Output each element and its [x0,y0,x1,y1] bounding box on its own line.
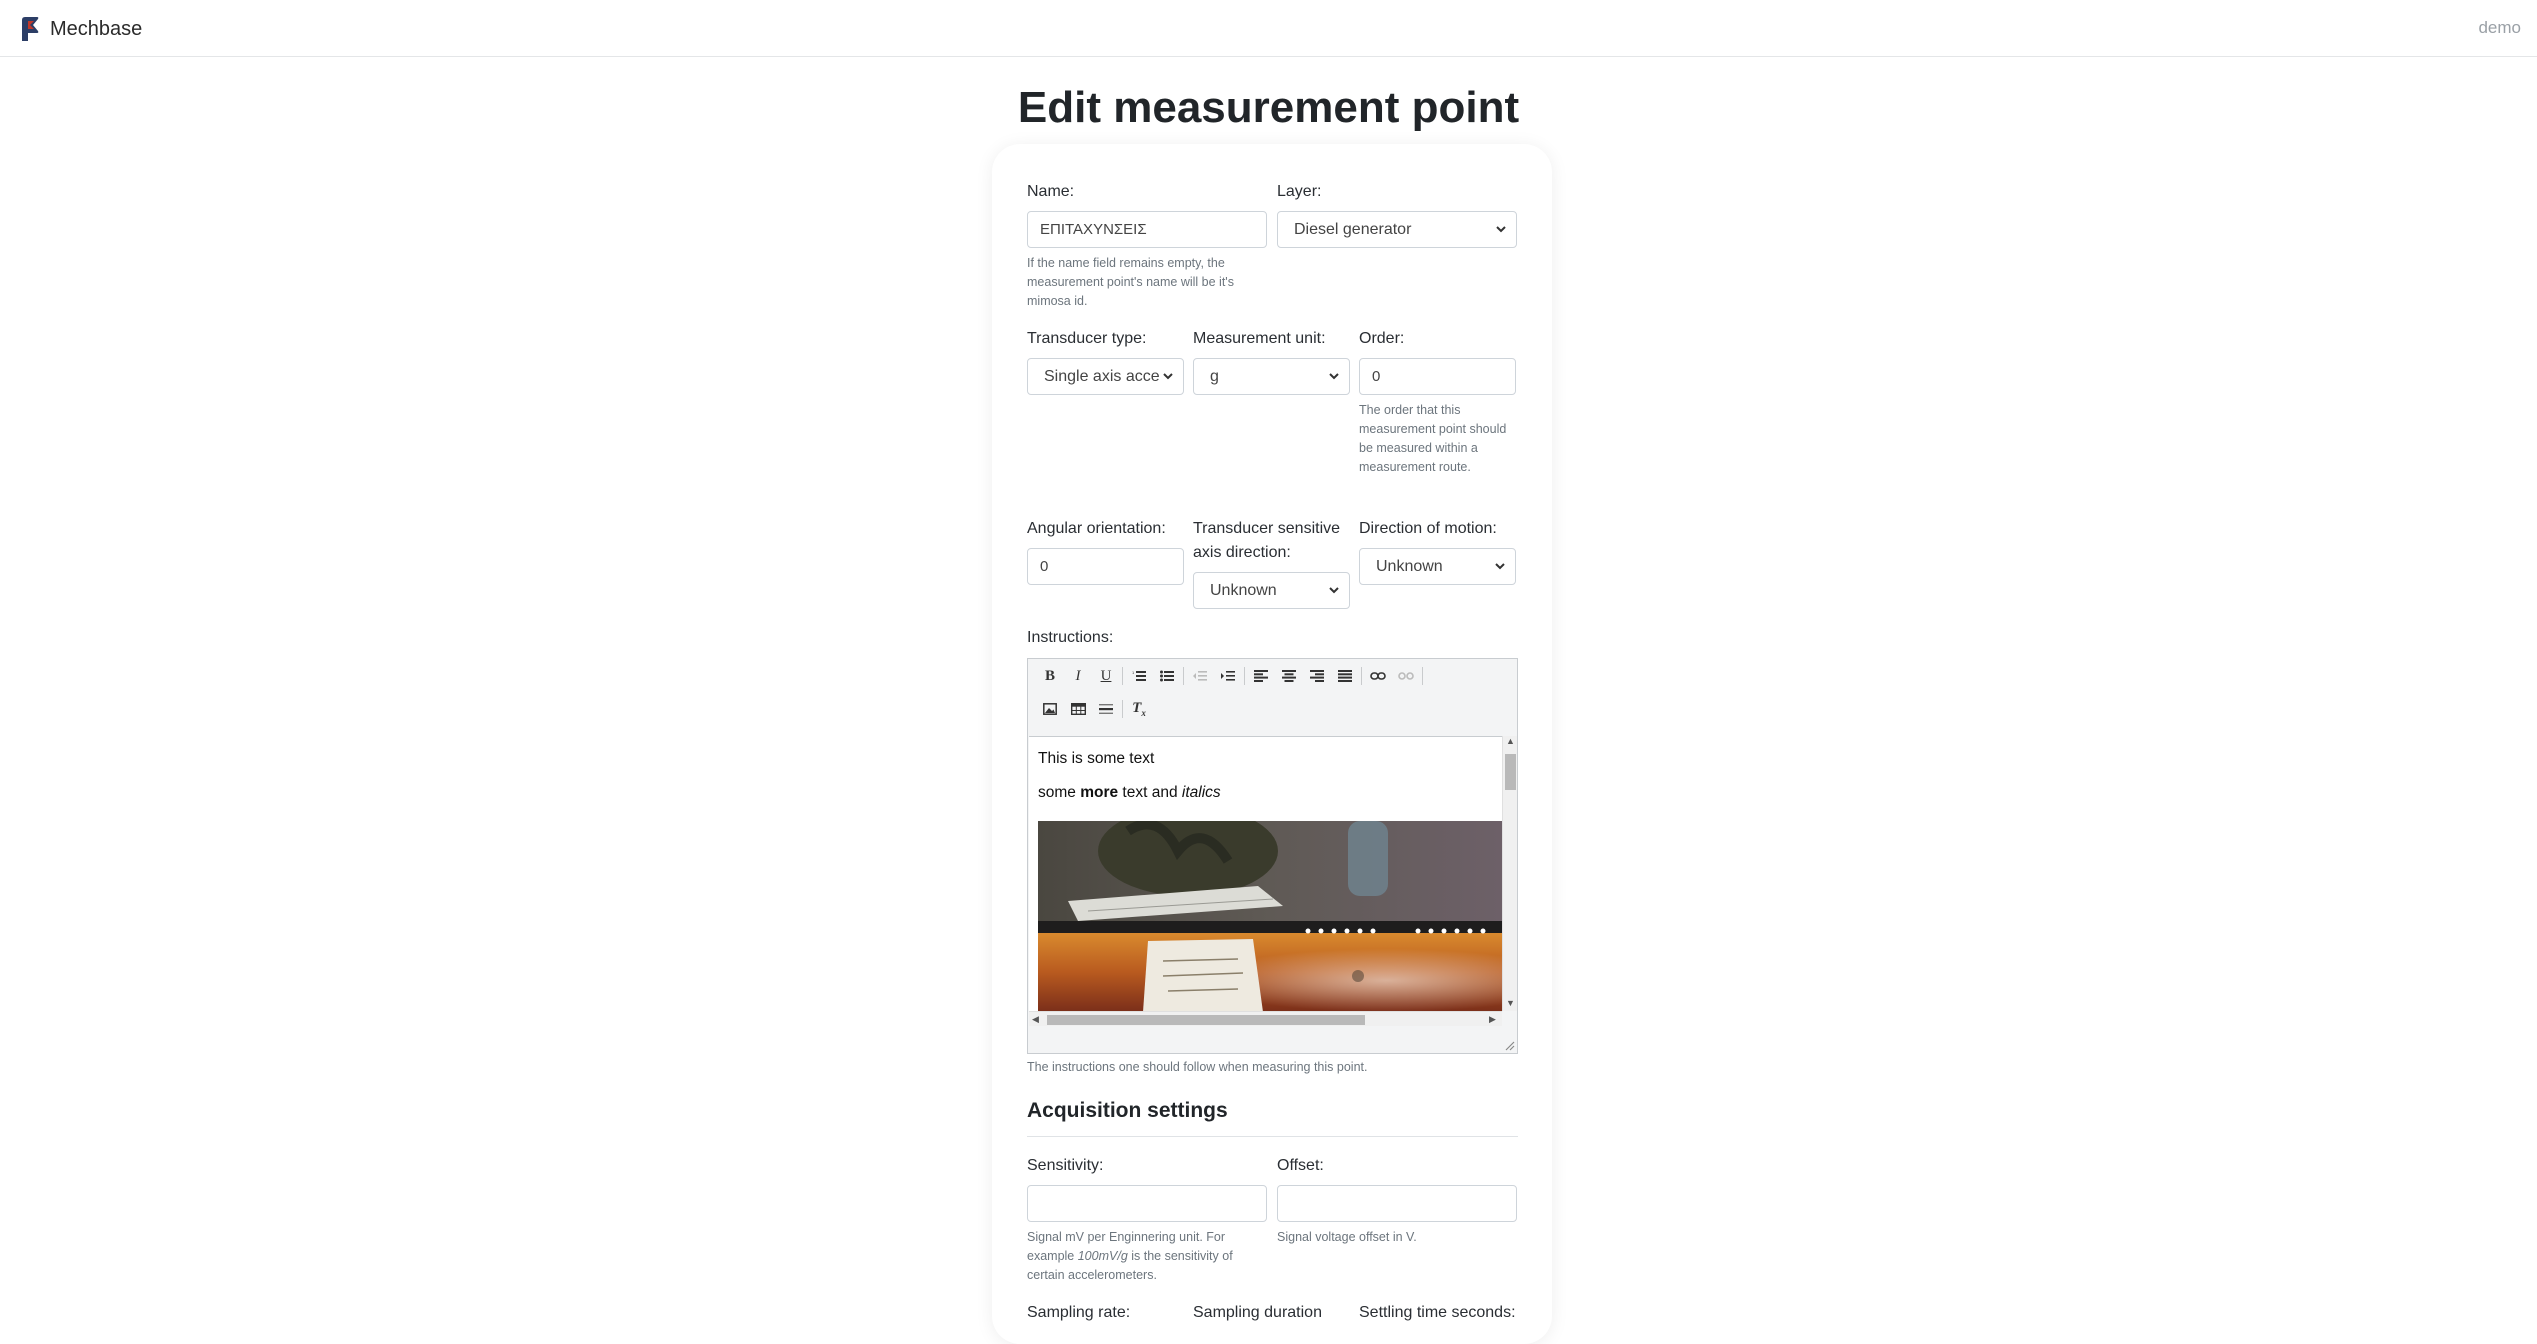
align-left-icon[interactable] [1247,663,1275,689]
name-label: Name: [1027,183,1075,200]
name-input[interactable]: ΕΠΙΤΑΧΥΝΣΕΙΣ [1027,211,1267,248]
editor-line-1: This is some text [1038,750,1155,767]
chevron-down-icon [1329,587,1339,594]
table-icon[interactable] [1064,696,1092,722]
sensitive-axis-select[interactable]: Unknown [1193,572,1350,609]
scroll-right-icon[interactable]: ▶ [1489,1014,1496,1025]
unlink-icon[interactable] [1392,663,1420,689]
vertical-scroll-thumb[interactable] [1505,754,1516,790]
sensitivity-input[interactable] [1027,1185,1267,1222]
outdent-icon[interactable] [1186,663,1214,689]
name-help: If the name field remains empty, the mea… [1027,256,1234,308]
brand-name: Mechbase [50,17,143,40]
top-navbar: Mechbase demo [0,0,2537,57]
sampling-duration-label: Sampling duration [1193,1304,1322,1321]
svg-text:1: 1 [1132,670,1135,675]
editor-line-2: some more text and italics [1038,784,1221,802]
order-input[interactable]: 0 [1359,358,1516,395]
editor-toolbar-row-1: B I U 1 [1036,663,1425,689]
instructions-help: The instructions one should follow when … [1027,1060,1368,1074]
bullet-list-icon[interactable] [1153,663,1181,689]
measurement-unit-label: Measurement unit: [1193,330,1326,347]
sensitivity-help-example: 100mV/g [1077,1249,1128,1263]
user-menu[interactable]: demo [2478,18,2521,38]
offset-input[interactable] [1277,1185,1517,1222]
clear-format-icon[interactable]: Tx [1125,696,1153,722]
sensitivity-help: Signal mV per Enginnering unit. For exam… [1027,1228,1267,1285]
transducer-type-label: Transducer type: [1027,330,1147,347]
layer-label: Layer: [1277,183,1322,200]
direction-of-motion-value: Unknown [1376,557,1443,575]
editor-content[interactable]: This is some text some more text and ita… [1029,736,1502,1011]
sensitivity-label: Sensitivity: [1027,1157,1104,1174]
form-card: Name: ΕΠΙΤΑΧΥΝΣΕΙΣ If the name field rem… [992,144,1552,1344]
sampling-rate-label: Sampling rate: [1027,1304,1131,1321]
offset-label: Offset: [1277,1157,1324,1174]
layer-select[interactable]: Diesel generator [1277,211,1517,248]
editor-toolbar-row-2: Tx [1036,696,1153,722]
angular-orientation-label: Angular orientation: [1027,520,1166,537]
italic-icon[interactable]: I [1064,663,1092,689]
angular-orientation-input[interactable]: 0 [1027,548,1184,585]
editor-line-2-mid: text and [1118,784,1182,801]
scroll-up-icon[interactable]: ▲ [1506,736,1515,746]
instructions-editor: B I U 1 Tx This is some text some more t… [1027,658,1518,1054]
indent-icon[interactable] [1214,663,1242,689]
bold-icon[interactable]: B [1036,663,1064,689]
align-justify-icon[interactable] [1331,663,1359,689]
measurement-unit-value: g [1210,367,1219,385]
transducer-type-value: Single axis acce [1044,367,1160,385]
scroll-left-icon[interactable]: ◀ [1032,1014,1039,1025]
editor-line-2-italic: italics [1181,784,1221,801]
editor-horizontal-scrollbar[interactable]: ◀ ▶ [1029,1011,1502,1026]
direction-of-motion-select[interactable]: Unknown [1359,548,1516,585]
brand-link[interactable]: Mechbase [20,14,142,44]
sensitive-axis-value: Unknown [1210,581,1277,599]
order-label: Order: [1359,330,1405,347]
measurement-unit-select[interactable]: g [1193,358,1350,395]
transducer-type-select[interactable]: Single axis acce [1027,358,1184,395]
direction-of-motion-label: Direction of motion: [1359,520,1497,537]
chevron-down-icon [1163,373,1173,380]
numbered-list-icon[interactable]: 1 [1125,663,1153,689]
scroll-down-icon[interactable]: ▼ [1506,998,1515,1008]
instructions-label: Instructions: [1027,629,1114,646]
order-help: The order that this measurement point sh… [1359,403,1507,474]
editor-vertical-scrollbar[interactable]: ▲ ▼ [1502,736,1517,1011]
link-icon[interactable] [1364,663,1392,689]
horizontal-scroll-thumb[interactable] [1047,1015,1365,1025]
offset-help: Signal voltage offset in V. [1277,1230,1417,1244]
resize-handle-icon[interactable] [1505,1041,1515,1051]
image-icon[interactable] [1036,696,1064,722]
chevron-down-icon [1495,563,1505,570]
align-right-icon[interactable] [1303,663,1331,689]
instructions-image [1038,821,1502,1011]
page-title: Edit measurement point [1017,83,1520,132]
editor-line-2-bold: more [1080,784,1119,801]
acquisition-settings-heading: Acquisition settings [1027,1099,1228,1122]
settling-time-label: Settling time seconds: [1359,1304,1516,1321]
mechbase-logo-icon [20,16,40,42]
layer-value: Diesel generator [1294,220,1412,238]
horizontal-rule-icon[interactable] [1092,696,1120,722]
sensitive-axis-label: Transducer sensitive axis direction: [1193,520,1341,561]
chevron-down-icon [1329,373,1339,380]
editor-line-2-pre: some [1038,784,1081,801]
section-divider [1027,1136,1518,1137]
chevron-down-icon [1496,226,1506,233]
align-center-icon[interactable] [1275,663,1303,689]
underline-icon[interactable]: U [1092,663,1120,689]
